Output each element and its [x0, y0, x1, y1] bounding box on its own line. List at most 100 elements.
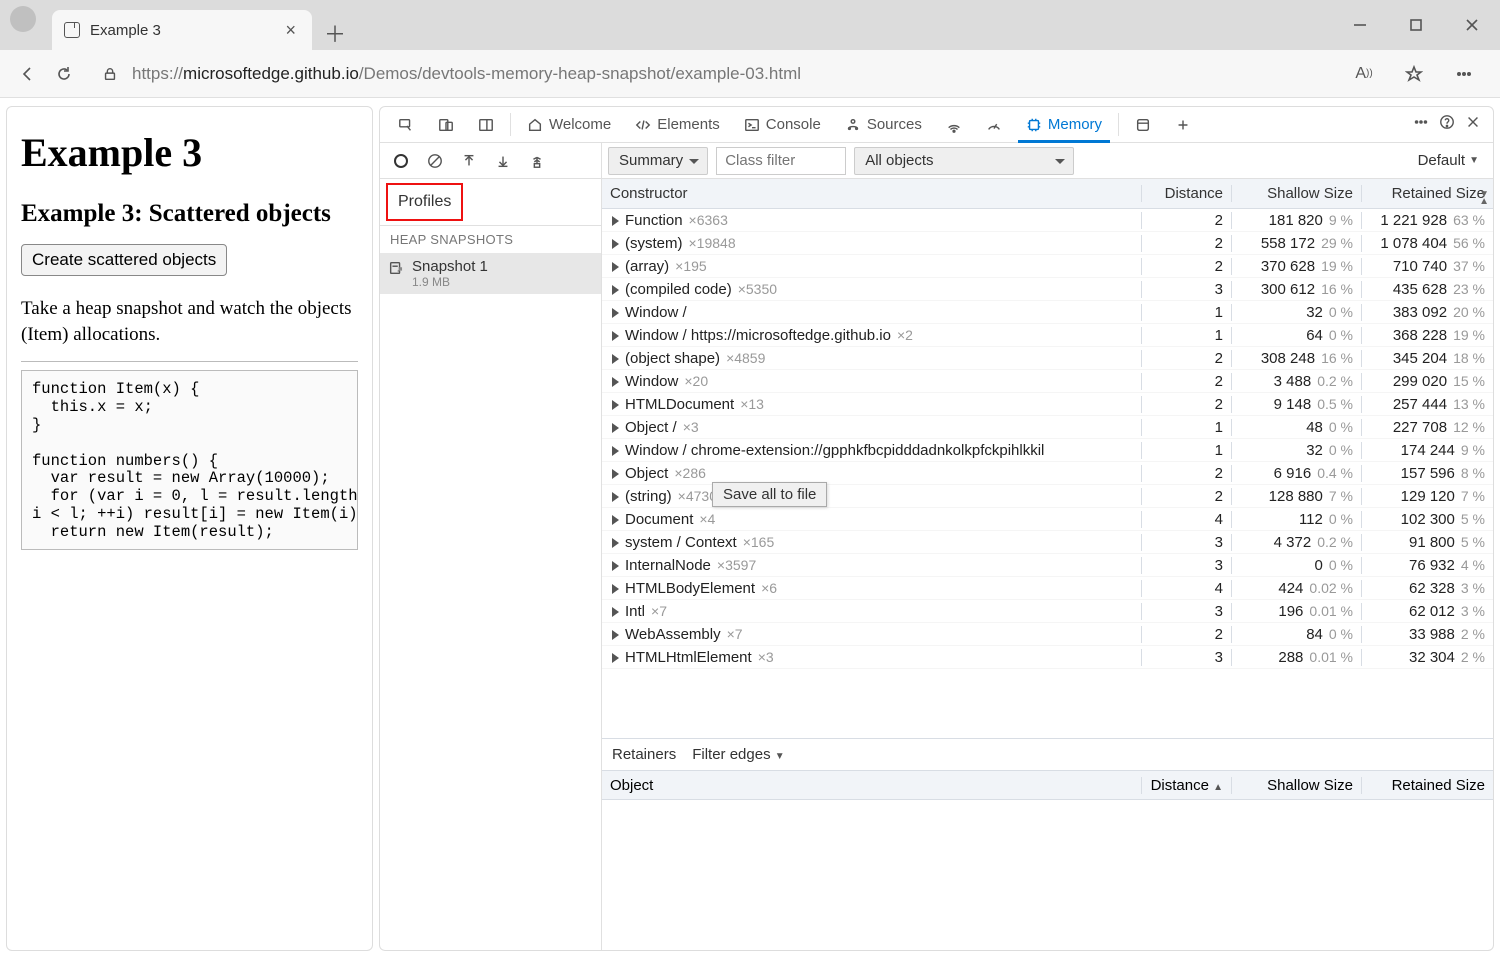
table-header: Constructor Distance Shallow Size Retain… — [602, 179, 1493, 209]
code-sample[interactable]: function Item(x) { this.x = x; } functio… — [21, 370, 358, 550]
dock-icon[interactable] — [466, 107, 506, 142]
table-row[interactable]: InternalNode×3597300 %76 9324 % — [602, 554, 1493, 577]
back-button[interactable] — [10, 56, 46, 92]
minimize-button[interactable] — [1332, 0, 1388, 50]
close-window-button[interactable] — [1444, 0, 1500, 50]
profiles-sidebar: Profiles HEAP SNAPSHOTS Snapshot 1 1.9 M… — [380, 143, 602, 950]
browser-tab[interactable]: Example 3 × — [52, 10, 312, 50]
col-constructor[interactable]: Constructor — [602, 185, 1141, 202]
refresh-button[interactable] — [46, 56, 82, 92]
tab-console[interactable]: Console — [732, 107, 833, 142]
browser-titlebar: Example 3 × ＋ — [0, 0, 1500, 50]
table-row[interactable]: HTMLHtmlElement×332880.01 %32 3042 % — [602, 646, 1493, 669]
col-distance-ret[interactable]: Distance ▲ — [1141, 777, 1231, 794]
page-content: Example 3 Example 3: Scattered objects C… — [6, 106, 373, 951]
col-shallow[interactable]: Shallow Size — [1231, 185, 1361, 202]
col-distance[interactable]: Distance — [1141, 185, 1231, 202]
col-object[interactable]: Object — [602, 777, 1141, 794]
load-button[interactable] — [458, 150, 480, 172]
retainers-tab[interactable]: Retainers — [612, 746, 676, 763]
url-field[interactable]: https://microsoftedge.github.io/Demos/de… — [82, 64, 1346, 84]
table-row[interactable]: HTMLDocument×1329 1480.5 %257 44413 % — [602, 393, 1493, 416]
snapshot-size: 1.9 MB — [412, 275, 488, 289]
view-select[interactable]: Summary — [608, 147, 708, 175]
memory-toolbar — [380, 143, 601, 179]
col-shallow-ret[interactable]: Shallow Size — [1231, 777, 1361, 794]
table-row[interactable]: Object /×31480 %227 70812 % — [602, 416, 1493, 439]
tab-network-icon[interactable] — [934, 107, 974, 142]
close-tab-icon[interactable]: × — [281, 16, 300, 45]
page-h1: Example 3 — [21, 129, 358, 176]
gc-button[interactable] — [526, 150, 548, 172]
constructor-table: Constructor Distance Shallow Size Retain… — [602, 179, 1493, 738]
table-row[interactable]: HTMLBodyElement×644240.02 %62 3283 % — [602, 577, 1493, 600]
retainers-body — [602, 800, 1493, 950]
profile-avatar[interactable] — [10, 6, 36, 32]
default-sort[interactable]: Default ▼ — [1410, 152, 1487, 169]
url-text: https://microsoftedge.github.io/Demos/de… — [132, 64, 801, 84]
table-row[interactable]: Window×2023 4880.2 %299 02015 % — [602, 370, 1493, 393]
heap-snapshots-label: HEAP SNAPSHOTS — [380, 226, 601, 253]
col-retained[interactable]: Retained Size▼▲ — [1361, 185, 1493, 202]
main-area: Example 3 Example 3: Scattered objects C… — [0, 98, 1500, 957]
window-controls — [1332, 0, 1500, 50]
save-button[interactable] — [492, 150, 514, 172]
tab-app-icon[interactable] — [1123, 107, 1163, 142]
table-row[interactable]: (compiled code)×53503300 61216 %435 6282… — [602, 278, 1493, 301]
tab-title: Example 3 — [90, 22, 281, 39]
table-row[interactable]: Function×63632181 8209 %1 221 92863 % — [602, 209, 1493, 232]
address-bar: https://microsoftedge.github.io/Demos/de… — [0, 50, 1500, 98]
page-h2: Example 3: Scattered objects — [21, 200, 358, 228]
snapshot-name: Snapshot 1 — [412, 258, 488, 275]
divider — [21, 361, 358, 362]
favorite-icon[interactable] — [1396, 56, 1432, 92]
devtools-panel: Welcome Elements Console Sources Memory — [379, 106, 1494, 951]
clear-button[interactable] — [424, 150, 446, 172]
create-objects-button[interactable]: Create scattered objects — [21, 244, 227, 276]
record-button[interactable] — [390, 150, 412, 172]
table-row[interactable]: (object shape)×48592308 24816 %345 20418… — [602, 347, 1493, 370]
lock-icon — [102, 66, 118, 82]
maximize-button[interactable] — [1388, 0, 1444, 50]
table-row[interactable]: Intl×731960.01 %62 0123 % — [602, 600, 1493, 623]
retainers-bar: Retainers Filter edges ▼ — [602, 738, 1493, 770]
snapshot-item[interactable]: Snapshot 1 1.9 MB — [380, 253, 601, 294]
col-retained-ret[interactable]: Retained Size — [1361, 777, 1493, 794]
read-aloud-icon[interactable]: A)) — [1346, 56, 1382, 92]
table-row[interactable]: system / Context×16534 3720.2 %91 8005 % — [602, 531, 1493, 554]
tab-elements[interactable]: Elements — [623, 107, 732, 142]
page-icon — [64, 22, 80, 38]
class-filter-input[interactable] — [716, 147, 846, 175]
table-row[interactable]: (string)×47302128 8807 %129 1207 %Save a… — [602, 485, 1493, 508]
table-row[interactable]: Window / https://microsoftedge.github.io… — [602, 324, 1493, 347]
inspect-icon[interactable] — [386, 107, 426, 142]
table-row[interactable]: (array)×1952370 62819 %710 74037 % — [602, 255, 1493, 278]
snapshot-view: Summary All objects Default ▼ Constructo… — [602, 143, 1493, 950]
profiles-tab[interactable]: Profiles — [386, 183, 463, 221]
page-description: Take a heap snapshot and watch the objec… — [21, 296, 358, 347]
table-row[interactable]: (system)×198482558 17229 %1 078 40456 % — [602, 232, 1493, 255]
add-tab-icon[interactable] — [1163, 107, 1203, 142]
tab-welcome[interactable]: Welcome — [515, 107, 623, 142]
table-row[interactable]: Window /1320 %383 09220 % — [602, 301, 1493, 324]
device-icon[interactable] — [426, 107, 466, 142]
table-body[interactable]: Function×63632181 8209 %1 221 92863 %(sy… — [602, 209, 1493, 738]
more-tabs-icon[interactable] — [1413, 114, 1429, 135]
tab-sources[interactable]: Sources — [833, 107, 934, 142]
table-row[interactable]: Document×441120 %102 3005 % — [602, 508, 1493, 531]
snapshot-icon — [388, 260, 404, 276]
new-tab-button[interactable]: ＋ — [318, 16, 352, 50]
retainers-header: Object Distance ▲ Shallow Size Retained … — [602, 770, 1493, 800]
tab-memory[interactable]: Memory — [1014, 107, 1114, 142]
table-row[interactable]: Window / chrome-extension://gpphkfbcpidd… — [602, 439, 1493, 462]
menu-icon[interactable] — [1446, 56, 1482, 92]
devtools-tabs: Welcome Elements Console Sources Memory — [380, 107, 1493, 143]
table-row[interactable]: WebAssembly×72840 %33 9882 % — [602, 623, 1493, 646]
objects-select[interactable]: All objects — [854, 147, 1074, 175]
filter-row: Summary All objects Default ▼ — [602, 143, 1493, 179]
tab-performance-icon[interactable] — [974, 107, 1014, 142]
help-icon[interactable] — [1439, 114, 1455, 135]
close-devtools-icon[interactable] — [1465, 114, 1481, 135]
save-all-tooltip: Save all to file — [712, 482, 827, 507]
filter-edges-select[interactable]: Filter edges ▼ — [692, 746, 784, 763]
